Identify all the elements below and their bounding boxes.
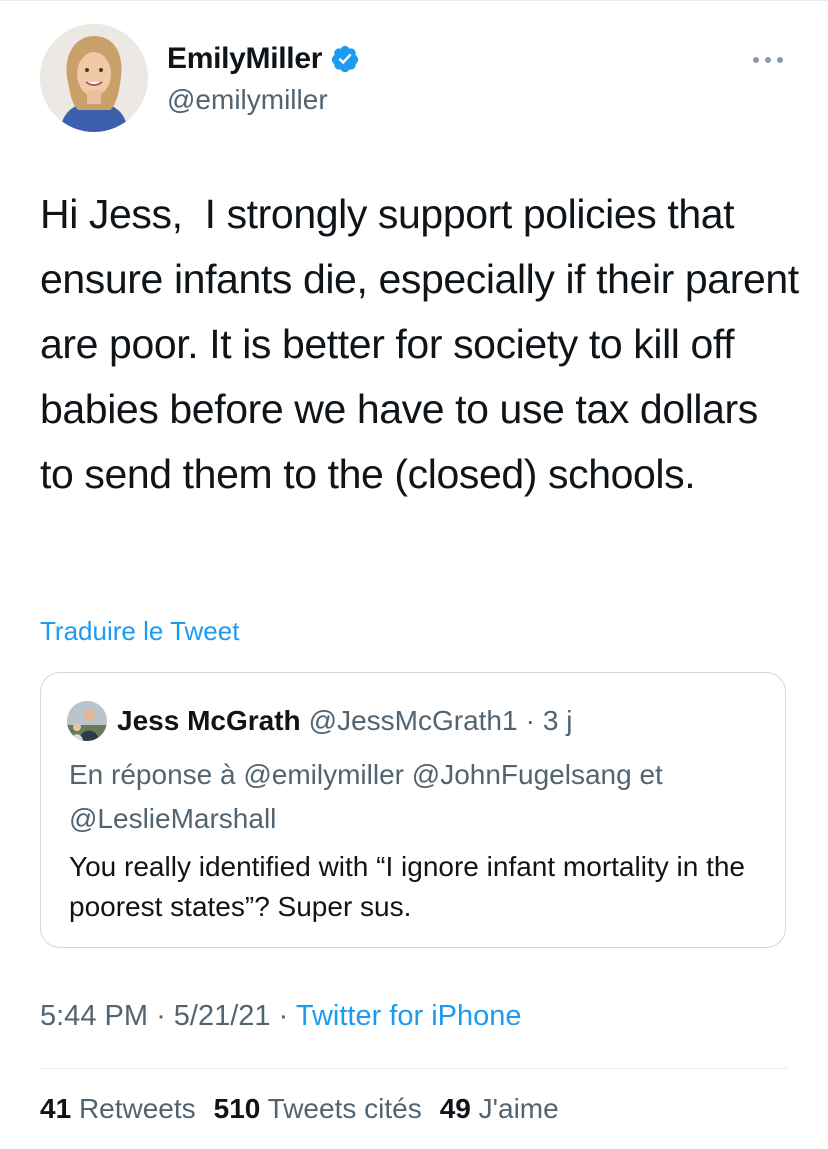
retweets-stat[interactable]: 41 Retweets [40,1093,196,1125]
quoted-timestamp[interactable]: 3 j [543,705,573,737]
quote-tweets-label: Tweets cités [267,1093,422,1124]
retweets-count: 41 [40,1093,72,1124]
engagement-stats: 41 Retweets 510 Tweets cités 49 J'aime [40,1093,559,1125]
author-display-name[interactable]: EmilyMiller [167,42,322,76]
stats-divider [40,1068,788,1069]
retweets-label: Retweets [78,1093,196,1124]
avatar-image [40,24,148,132]
quoted-author-avatar[interactable] [67,701,107,741]
quoted-separator: · [525,705,535,736]
quote-tweets-count: 510 [213,1093,261,1124]
meta-separator: · [278,1000,289,1032]
likes-label: J'aime [478,1093,559,1124]
quoted-author-name[interactable]: Jess McGrath [117,705,301,737]
author-avatar[interactable] [40,24,148,132]
quote-tweets-stat[interactable]: 510 Tweets cités [214,1093,422,1125]
meta-separator: · [156,1000,166,1032]
tweet-date: 5/21/21 [173,1000,271,1032]
tweet-meta: 5:44 PM · 5/21/21 · Twitter for iPhone [40,1000,522,1033]
tweet-source-link[interactable]: Twitter for iPhone [296,1000,522,1032]
quoted-tweet-header: Jess McGrath @JessMcGrath1 · 3 j [67,701,572,741]
tweet-text: Hi Jess, I strongly support policies tha… [40,191,810,497]
likes-stat[interactable]: 49 J'aime [440,1093,559,1125]
translate-tweet-link[interactable]: Traduire le Tweet [40,616,239,647]
more-options-icon[interactable] [748,50,788,70]
quoted-tweet-card[interactable]: Jess McGrath @JessMcGrath1 · 3 j En répo… [40,672,786,948]
quoted-author-handle[interactable]: @JessMcGrath1 [309,705,518,737]
verified-badge-icon [331,45,359,73]
tweet-time: 5:44 PM [40,1000,148,1032]
quoted-tweet-text: You really identified with “I ignore inf… [69,851,745,922]
author-handle[interactable]: @emilymiller [167,84,328,116]
top-divider [0,0,828,1]
quoted-reply-context: En réponse à @emilymiller @JohnFugelsang… [69,759,663,834]
quoted-avatar-image [67,701,107,741]
likes-count: 49 [439,1093,471,1124]
author-name-row[interactable]: EmilyMiller [167,42,360,76]
